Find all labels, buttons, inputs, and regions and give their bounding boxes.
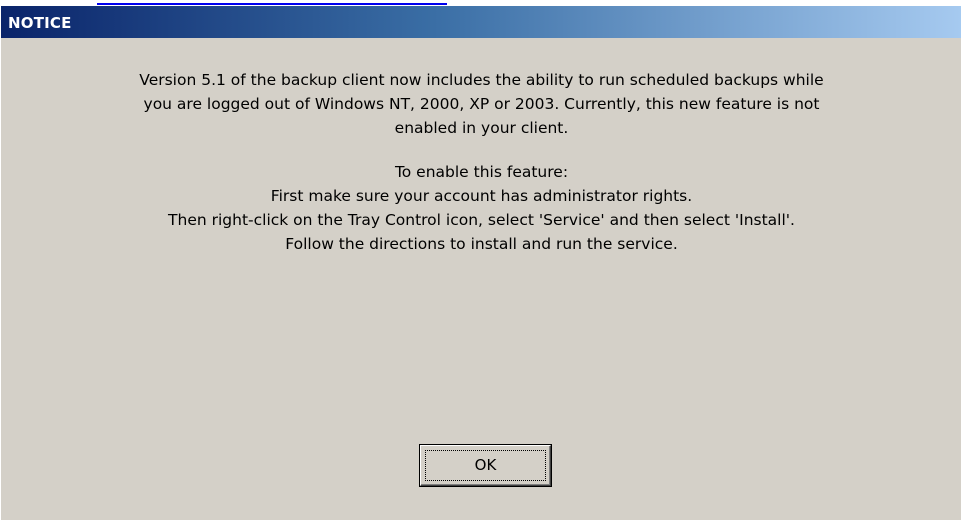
dialog-titlebar[interactable]: NOTICE bbox=[1, 6, 961, 38]
message-line: enabled in your client. bbox=[394, 119, 569, 137]
message-line: First make sure your account has adminis… bbox=[270, 187, 693, 205]
ok-button[interactable]: OK bbox=[420, 445, 551, 486]
page-link[interactable] bbox=[97, 3, 447, 5]
notice-dialog: NOTICE Version 5.1 of the backup client … bbox=[0, 6, 961, 520]
message-line: To enable this feature: bbox=[394, 163, 569, 181]
message-line: Version 5.1 of the backup client now inc… bbox=[139, 71, 824, 89]
message-line: Then right-click on the Tray Control ico… bbox=[168, 211, 795, 229]
ok-button-label: OK bbox=[474, 456, 497, 474]
message-line: you are logged out of Windows NT, 2000, … bbox=[143, 95, 820, 113]
dialog-title: NOTICE bbox=[8, 14, 72, 32]
message-line: Follow the directions to install and run… bbox=[285, 235, 678, 253]
